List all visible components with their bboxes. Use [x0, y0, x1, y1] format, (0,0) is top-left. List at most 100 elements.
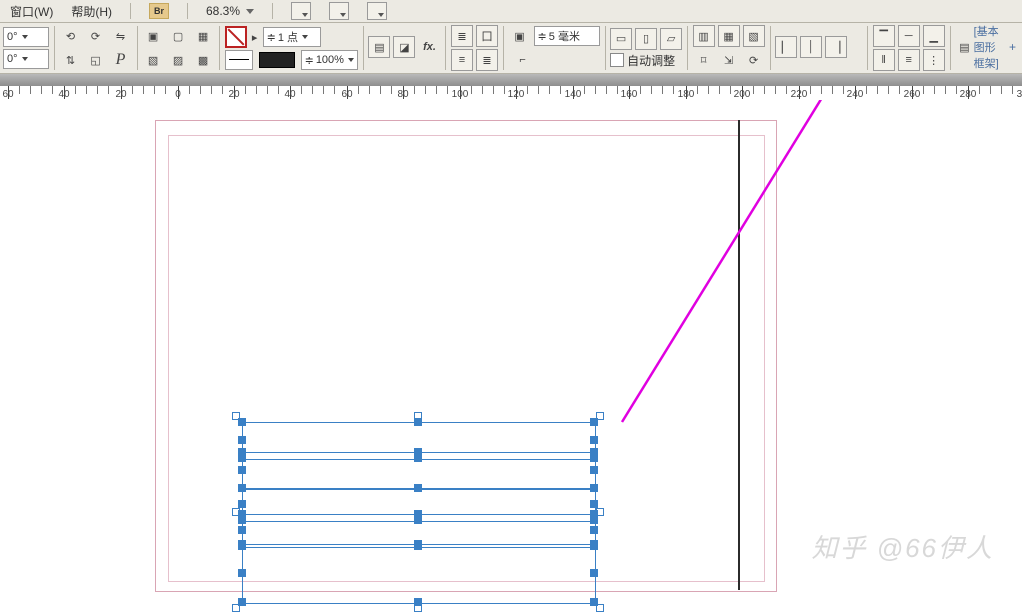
align-top-icon[interactable]: ▔ — [873, 25, 895, 47]
align-hcenter-icon[interactable]: │ — [800, 36, 822, 58]
selection-handle[interactable] — [238, 526, 246, 534]
fit-chain-icon[interactable]: ⇲ — [718, 49, 740, 71]
distribute-v-icon[interactable]: ≡ — [898, 49, 920, 71]
fit-content-icon[interactable]: ▭ — [610, 28, 632, 50]
fit-frame-icon[interactable]: ▯ — [635, 28, 657, 50]
pf-exclude-icon[interactable]: ▧ — [142, 49, 164, 71]
selection-handle[interactable] — [238, 484, 246, 492]
bridge-icon[interactable]: Br — [149, 3, 169, 19]
zoom-control[interactable]: 68.3% — [206, 4, 254, 18]
pf-unite-icon[interactable]: ▣ — [142, 25, 164, 47]
rotate-ccw-icon[interactable]: ⟲ — [60, 25, 82, 47]
ruler-number: 20 — [228, 89, 239, 100]
selection-handle[interactable] — [590, 526, 598, 534]
screen-mode-button[interactable] — [329, 2, 349, 20]
ruler-number: 140 — [565, 89, 582, 100]
selection-handle[interactable] — [238, 500, 246, 508]
selection-handle[interactable] — [238, 448, 246, 456]
selection-handle[interactable] — [238, 540, 246, 548]
wrap-left-icon[interactable]: ≡ — [451, 49, 473, 71]
corner-icon[interactable]: ⌐ — [509, 49, 537, 71]
selection-handle[interactable] — [414, 510, 422, 518]
panel-menu-icon[interactable]: ▤ — [958, 36, 970, 58]
align-vcenter-icon[interactable]: ─ — [898, 25, 920, 47]
shear-angle[interactable]: 0° — [3, 49, 49, 69]
fx-icon[interactable]: fx. — [418, 36, 440, 58]
flip-v-icon[interactable]: ⇅ — [60, 49, 82, 71]
text-on-path-icon[interactable]: P — [110, 49, 132, 71]
selection-handle[interactable] — [414, 418, 422, 426]
rotation-angle[interactable]: 0° — [3, 27, 49, 47]
select-container-icon[interactable]: ◱ — [85, 49, 107, 71]
selection-handle[interactable] — [590, 598, 598, 606]
stroke-weight[interactable]: ≑ 1 点 — [263, 27, 321, 47]
fit-options-icon[interactable]: ⌑ — [693, 49, 715, 71]
selection-handle[interactable] — [590, 500, 598, 508]
textwrap-group: ≣ 囗 ≡ ≣ — [448, 23, 501, 73]
selection-handle[interactable] — [590, 466, 598, 474]
selection-handle[interactable] — [590, 418, 598, 426]
menu-separator-2 — [187, 3, 188, 19]
selection-handle[interactable] — [414, 448, 422, 456]
arrange-button[interactable] — [367, 2, 387, 20]
panel-name[interactable]: [基本图形框架] — [974, 23, 1005, 71]
ruler-number: 100 — [452, 89, 469, 100]
opacity-icon[interactable]: ▤ — [368, 36, 390, 58]
flip-h-icon[interactable]: ⇋ — [110, 25, 132, 47]
fit-proportional-icon[interactable]: ▱ — [660, 28, 682, 50]
pf-options-icon[interactable]: ▩ — [192, 49, 214, 71]
menu-help[interactable]: 帮助(H) — [71, 3, 112, 20]
selection-handle[interactable] — [238, 598, 246, 606]
autofit-checkbox[interactable] — [610, 53, 624, 67]
selection-handle[interactable] — [590, 436, 598, 444]
pf-minus-back-icon[interactable]: ▨ — [167, 49, 189, 71]
selection-handle[interactable] — [590, 569, 598, 577]
swatch-flip-icon[interactable]: ▸ — [250, 26, 260, 48]
stroke-style-swatch[interactable] — [225, 50, 253, 70]
selection-handle[interactable] — [238, 466, 246, 474]
menu-window[interactable]: 窗口(W) — [10, 3, 53, 20]
align-h-dropdown-icon[interactable] — [850, 36, 862, 58]
wrap-object-icon[interactable]: ▣ — [509, 25, 531, 47]
selection-handle[interactable] — [238, 436, 246, 444]
selection-handle[interactable] — [238, 418, 246, 426]
align-right-icon[interactable]: ▕ — [825, 36, 847, 58]
selection-handle[interactable] — [590, 448, 598, 456]
stroke-color-swatch[interactable] — [259, 52, 295, 68]
selection-handle[interactable] — [414, 540, 422, 548]
ruler-number: 80 — [397, 89, 408, 100]
selection-handle[interactable] — [238, 569, 246, 577]
selection-handle[interactable] — [238, 510, 246, 518]
align-v-group: ▔ ─ ▁ ‖ ≡ ⋮ — [870, 23, 948, 73]
selection-handle[interactable] — [414, 484, 422, 492]
stroke-group: ▸ ≑ 1 点 ≑ 100% — [222, 23, 361, 73]
selection-handle[interactable] — [590, 484, 598, 492]
pf-subtract-icon[interactable]: ▢ — [167, 25, 189, 47]
vertical-guide — [738, 120, 740, 590]
fit-fill-icon[interactable]: ▥ — [693, 25, 715, 47]
wrap-offset[interactable]: ≑ 5 毫米 — [534, 26, 600, 46]
wrap-right-icon[interactable]: ≣ — [476, 49, 498, 71]
selection-handle[interactable] — [590, 540, 598, 548]
drop-shadow-icon[interactable]: ◪ — [393, 36, 415, 58]
distribute-h-icon[interactable]: ‖ — [873, 49, 895, 71]
wrap-both-icon[interactable]: 囗 — [476, 25, 498, 47]
pf-intersect-icon[interactable]: ▦ — [192, 25, 214, 47]
stroke-fill-swatch[interactable] — [225, 26, 247, 48]
selected-rect[interactable] — [242, 544, 596, 604]
selection-handle[interactable] — [414, 598, 422, 606]
wrap-none-icon[interactable]: ≣ — [451, 25, 473, 47]
align-left-icon[interactable]: ▏ — [775, 36, 797, 58]
rotate-cw-icon[interactable]: ⟳ — [85, 25, 107, 47]
stroke-tint[interactable]: ≑ 100% — [301, 50, 358, 70]
selection-handle[interactable] — [590, 510, 598, 518]
align-bottom-icon[interactable]: ▁ — [923, 25, 945, 47]
wrap-offset-value: 5 毫米 — [549, 28, 580, 44]
distribute-space-icon[interactable]: ⋮ — [923, 49, 945, 71]
center-content-icon[interactable]: ▦ — [718, 25, 740, 47]
fit-reset-icon[interactable]: ⟳ — [743, 49, 765, 71]
rotation-angle-value: 0° — [7, 31, 18, 43]
view-options-button[interactable] — [291, 2, 311, 20]
fit-frame2-icon[interactable]: ▧ — [743, 25, 765, 47]
workspace[interactable] — [0, 100, 1022, 579]
